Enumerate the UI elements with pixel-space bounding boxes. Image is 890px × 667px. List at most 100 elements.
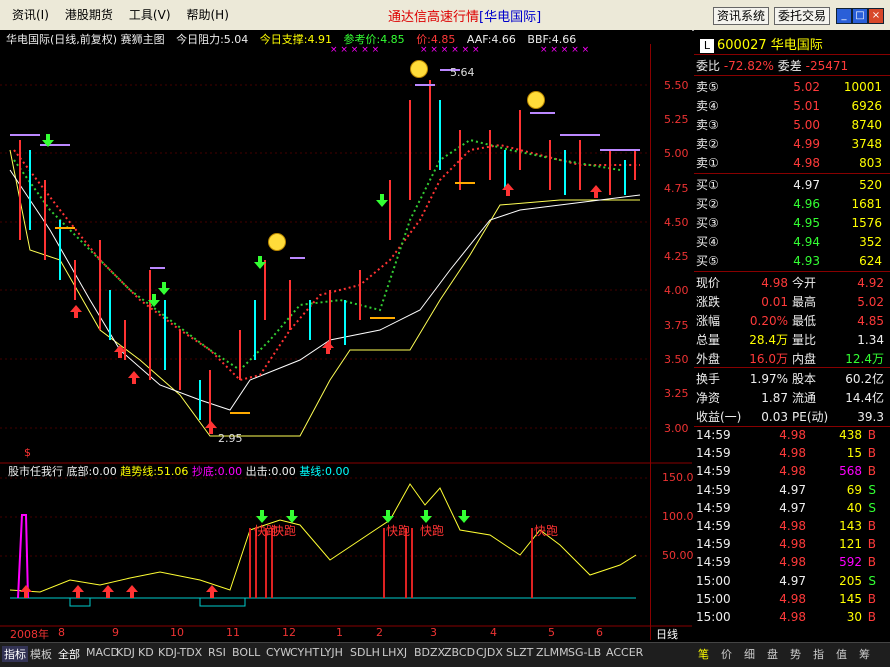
bid-row[interactable]: 买⑤ 4.93 624	[696, 252, 886, 269]
bid-row[interactable]: 买④ 4.94 352	[696, 233, 886, 250]
ask-vol: 3748	[851, 137, 882, 151]
tick-volume: 69	[846, 482, 862, 497]
bid-label: 买⑤	[696, 254, 719, 268]
bottom-tab[interactable]: CYHT	[290, 646, 319, 659]
tick-row: 14:59 4.97 69 S	[696, 483, 886, 497]
ask-row[interactable]: 卖③ 5.00 8740	[696, 116, 886, 133]
stat-value: 12.4万	[845, 352, 884, 366]
stat-label: PE(动)	[792, 410, 829, 424]
ask-label: 卖①	[696, 156, 719, 170]
bid-price: 4.94	[793, 235, 820, 249]
price-tick: 4.50	[664, 216, 689, 229]
ask-row[interactable]: 卖④ 5.01 6926	[696, 97, 886, 114]
quote-panel: L 600027 华电国际 委比 -72.82% 委差 -25471 卖⑤ 5.02…	[694, 30, 890, 642]
stat-value: 4.98	[761, 276, 788, 290]
close-icon[interactable]: ×	[868, 8, 884, 24]
stat-value: 0.20%	[749, 314, 788, 328]
stat-value: 0.03	[761, 410, 788, 424]
bottom-tab[interactable]: 模板	[30, 646, 52, 662]
tick-row: 14:59 4.98 143 B	[696, 519, 886, 533]
bottom-tab[interactable]: BOLL	[232, 646, 260, 659]
run-label: 快跑	[420, 524, 445, 538]
price-chart-svg: × × × × × × × × × × × × × × × ×	[0, 45, 692, 627]
bottom-tab[interactable]: KDJ-TDX	[158, 646, 202, 659]
stat-label: 股本	[792, 372, 817, 386]
ask-row[interactable]: 卖① 4.98 803	[696, 154, 886, 171]
level-icon: L	[700, 39, 714, 53]
tick-price: 4.98	[779, 610, 806, 624]
info-system-button[interactable]: 资讯系统	[713, 7, 770, 25]
right-tab[interactable]: 价	[721, 646, 732, 662]
ask-price: 4.98	[793, 156, 820, 170]
bid-row[interactable]: 买③ 4.95 1576	[696, 214, 886, 231]
bottom-tab[interactable]: SDLH	[350, 646, 380, 659]
stat-row: 涨跌 0.01 最高 5.02	[696, 293, 886, 310]
bid-row[interactable]: 买② 4.96 1681	[696, 195, 886, 212]
bottom-tab[interactable]: KD	[138, 646, 154, 659]
bid-row[interactable]: 买① 4.97 520	[696, 176, 886, 193]
price-tick: 5.25	[664, 113, 689, 126]
bottom-tab[interactable]: 全部	[58, 646, 80, 662]
bottom-tab[interactable]: KDJ	[116, 646, 135, 659]
tick-volume: 438	[839, 428, 862, 442]
stat-value: 5.02	[857, 295, 884, 309]
stat-label: 今开	[792, 276, 817, 290]
ask-row[interactable]: 卖② 4.99 3748	[696, 135, 886, 152]
tick-time: 14:59	[696, 428, 731, 442]
ask-vol: 8740	[851, 118, 882, 132]
bottom-tab[interactable]: 指标	[2, 646, 28, 662]
right-tab[interactable]: 细	[744, 646, 755, 662]
bottom-tab[interactable]: CYW	[266, 646, 291, 659]
tick-direction: B	[867, 446, 876, 461]
stat-value: 1.87	[761, 391, 788, 405]
tick-price: 4.98	[779, 519, 806, 533]
bottom-tab[interactable]: SG-LB	[568, 646, 601, 659]
indicator-trend: 趋势线:51.06	[120, 465, 189, 478]
bottom-tab[interactable]: LYJH	[320, 646, 343, 659]
tick-volume: 205	[839, 573, 862, 588]
minimize-icon[interactable]: _	[836, 8, 852, 24]
maximize-icon[interactable]: □	[852, 8, 868, 24]
stat-label: 量比	[792, 333, 817, 347]
right-tab[interactable]: 指	[813, 646, 824, 662]
right-tab[interactable]: 筹	[859, 646, 870, 662]
ask-label: 卖⑤	[696, 80, 719, 94]
right-tab[interactable]: 值	[836, 646, 847, 662]
tick-direction: B	[867, 519, 876, 533]
tick-row: 15:00 4.98 145 B	[696, 592, 886, 606]
bottom-tab[interactable]: SLZT	[506, 646, 533, 659]
stat-label: 最高	[792, 295, 817, 309]
right-tab[interactable]: 盘	[767, 646, 778, 662]
right-tab[interactable]: 势	[790, 646, 801, 662]
bid-label: 买②	[696, 197, 719, 211]
stat-label: 内盘	[792, 352, 817, 366]
tick-volume: 30	[846, 610, 862, 624]
x-tick: 4	[490, 626, 497, 639]
dollar-marker: $	[24, 446, 31, 459]
bottom-tab[interactable]: LHXJ	[382, 646, 407, 659]
period-label[interactable]: 日线	[656, 626, 678, 642]
bottom-tab[interactable]: ZBCD	[444, 646, 475, 659]
x-tick: 8	[58, 626, 65, 639]
right-tab[interactable]: 笔	[698, 646, 709, 662]
x-tick: 2	[376, 626, 383, 639]
stat-label: 外盘	[696, 352, 721, 366]
stat-value: 4.85	[857, 314, 884, 328]
bottom-tab[interactable]: BDZX	[414, 646, 445, 659]
smiley-icon	[527, 91, 545, 109]
bottom-tab[interactable]: MACD	[86, 646, 119, 659]
bottom-tab[interactable]: ACCER	[606, 646, 643, 659]
ask-row[interactable]: 卖⑤ 5.02 10001	[696, 78, 886, 95]
stat-value: 1.97%	[749, 372, 788, 386]
x-tick: 3	[430, 626, 437, 639]
bottom-tab[interactable]: CJDX	[476, 646, 503, 659]
bid-label: 买③	[696, 216, 719, 230]
run-label: 快跑	[386, 524, 411, 538]
trade-button[interactable]: 委托交易	[774, 7, 831, 25]
stat-value: 28.4万	[749, 333, 788, 347]
smiley-icon	[268, 233, 286, 251]
bid-price: 4.95	[793, 216, 820, 230]
bottom-tab[interactable]: ZLMM	[536, 646, 569, 659]
x-tick: 6	[596, 626, 603, 639]
bottom-tab[interactable]: RSI	[208, 646, 226, 659]
